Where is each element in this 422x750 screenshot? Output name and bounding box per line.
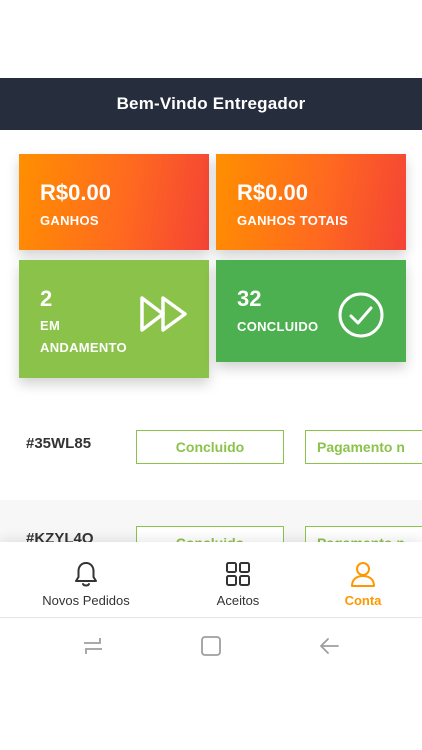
system-navigation-bar [0, 619, 422, 675]
earnings-card[interactable]: R$0.00 GANHOS [19, 154, 209, 250]
completed-card[interactable]: 32 CONCLUIDO [216, 260, 406, 362]
nav-new-orders-label: Novos Pedidos [42, 593, 130, 608]
in-progress-label-line2: ANDAMENTO [40, 340, 127, 355]
earnings-label: GANHOS [40, 213, 99, 228]
earnings-amount: R$0.00 [40, 180, 111, 205]
order-row[interactable]: #35WL85 Concluido Pagamento n [0, 398, 422, 492]
total-earnings-amount: R$0.00 [237, 180, 308, 205]
home-icon[interactable] [200, 635, 222, 657]
fast-forward-icon [140, 296, 187, 332]
payment-status-button[interactable]: Pagamento n [305, 430, 422, 464]
back-icon[interactable] [318, 635, 340, 657]
nav-new-orders[interactable]: Novos Pedidos [26, 542, 146, 618]
in-progress-card[interactable]: 2 EM ANDAMENTO [19, 260, 209, 378]
total-earnings-label: GANHOS TOTAIS [237, 213, 349, 228]
nav-accepted-label: Aceitos [216, 593, 260, 608]
user-icon [351, 562, 375, 587]
nav-accepted[interactable]: Aceitos [188, 542, 288, 618]
app-screen: Bem-Vindo Entregador R$0.00 GANHOS R$0.0… [0, 0, 422, 750]
completed-label: CONCLUIDO [237, 319, 319, 334]
nav-account-label: Conta [344, 593, 382, 608]
in-progress-label-line1: EM [40, 318, 61, 333]
nav-account[interactable]: Conta [318, 542, 408, 618]
order-id: #35WL85 [26, 435, 92, 452]
app-header: Bem-Vindo Entregador [0, 78, 422, 130]
page-title: Bem-Vindo Entregador [116, 94, 306, 113]
in-progress-count: 2 [40, 286, 53, 311]
check-circle-icon [338, 292, 384, 338]
grid-icon [226, 562, 250, 586]
bell-icon [75, 562, 97, 587]
total-earnings-card[interactable]: R$0.00 GANHOS TOTAIS [216, 154, 406, 250]
bottom-navigation: Novos Pedidos Aceitos Conta [0, 542, 422, 618]
completed-count: 32 [237, 286, 262, 311]
recent-apps-icon[interactable] [82, 635, 104, 657]
order-status-button[interactable]: Concluido [136, 430, 284, 464]
